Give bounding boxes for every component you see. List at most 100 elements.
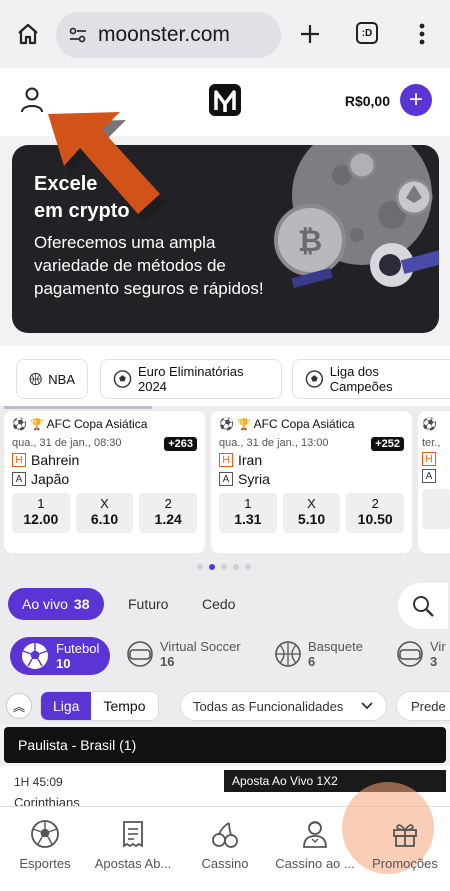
markets-count-badge[interactable]: +263 [164, 437, 197, 451]
home-team-name: Iran [238, 452, 263, 468]
toggle-liga[interactable]: Liga [41, 692, 92, 720]
tab-ao-vivo[interactable]: Ao vivo 38 [8, 588, 104, 620]
league-group-header[interactable]: Paulista - Brasil (1) [4, 727, 446, 763]
tab-switcher-button[interactable]: :D [356, 22, 378, 44]
match-card[interactable]: ⚽ 🏆 AFC Copa Asiática qua., 31 de jan., … [4, 411, 205, 553]
odds-row: 1 12.00 X 6.10 2 1.24 [12, 493, 198, 533]
odd-label: X [307, 496, 316, 511]
dropdown-value: Todas as Funcionalidades [193, 698, 344, 714]
collapse-button[interactable]: ︽ [6, 693, 32, 719]
url-text: moonster.com [98, 23, 230, 46]
odd-button-2[interactable]: 2 1.24 [139, 493, 198, 533]
soccer-ball-icon: ⚽ [219, 417, 234, 431]
odd-label: 2 [371, 496, 379, 511]
home-team: H Bahrein [12, 452, 197, 468]
nav-cassino-ao-vivo[interactable]: Cassino ao ... [270, 818, 360, 871]
search-icon [413, 596, 434, 617]
chip-liga-dos-campeoes[interactable]: Liga dos Campeões [292, 359, 450, 399]
carousel-dot[interactable] [221, 564, 227, 570]
sport-count: 16 [160, 654, 175, 669]
soccer-ball-icon [22, 643, 48, 669]
odd-button-x[interactable]: X 5.10 [282, 493, 341, 533]
odd-value: 1.31 [234, 511, 262, 527]
chip-euro-eliminatorias[interactable]: Euro Eliminatórias 2024 [100, 359, 282, 399]
search-button[interactable] [398, 583, 448, 629]
address-bar[interactable]: moonster.com [56, 12, 281, 58]
match-card[interactable]: ⚽ 🏆 AFC Copa Asiática qua., 31 de jan., … [211, 411, 412, 553]
away-indicator: A [12, 472, 26, 486]
odd-button-1[interactable]: 1 1.31 [219, 493, 277, 533]
carousel-dot[interactable] [245, 564, 251, 570]
home-icon[interactable] [16, 22, 40, 51]
markets-count-badge[interactable]: +252 [371, 437, 404, 451]
nav-label: Apostas Ab... [94, 856, 172, 871]
soccer-ball-icon [305, 370, 324, 388]
carousel-dot[interactable] [197, 564, 203, 570]
sport-count: 6 [308, 654, 316, 669]
away-team: A Syria [219, 471, 404, 487]
nav-label: Cassino ao ... [275, 856, 355, 871]
balance[interactable]: R$0,00 [345, 93, 390, 109]
sport-name: Vir [430, 639, 446, 654]
match-card[interactable]: ⚽ ter., H A [418, 411, 450, 553]
nav-cassino[interactable]: Cassino [180, 818, 270, 871]
sport-name: Virtual Soccer [160, 639, 241, 654]
soccer-ball-icon: ⚽ [422, 417, 437, 431]
svg-text:₿: ₿ [298, 224, 322, 259]
sport-basquete[interactable]: Basquete 6 [274, 639, 363, 669]
league-row: ⚽ 🏆 AFC Copa Asiática [12, 417, 197, 431]
home-team-name: Bahrein [31, 452, 80, 468]
match-clock: 1H 45:09 [14, 775, 63, 789]
odd-label: 1 [244, 496, 252, 511]
odd-label: 2 [164, 496, 172, 511]
nav-apostas-abertas[interactable]: Apostas Ab... [88, 818, 178, 871]
odd-value: 1.24 [154, 511, 182, 527]
trophy-icon: 🏆 [236, 418, 251, 431]
nav-promocoes[interactable]: Promoções [360, 818, 450, 871]
tab-cedo[interactable]: Cedo [202, 596, 235, 612]
moonster-logo[interactable] [208, 82, 242, 123]
nav-label: Promoções [372, 856, 438, 871]
tab-futuro[interactable]: Futuro [128, 596, 168, 612]
league-row: ⚽ [422, 417, 450, 431]
odd-button-x[interactable]: X 6.10 [75, 493, 134, 533]
carousel-dot-active[interactable] [209, 564, 215, 570]
chip-nba[interactable]: NBA [16, 359, 88, 399]
toggle-tempo[interactable]: Tempo [91, 692, 157, 720]
away-team: A [422, 469, 450, 483]
odds-row [422, 489, 450, 529]
carousel-dot[interactable] [233, 564, 239, 570]
odd-label: X [100, 496, 109, 511]
odd-button-1[interactable] [422, 489, 450, 529]
odd-button-1[interactable]: 1 12.00 [12, 493, 70, 533]
chevron-down-icon [361, 702, 373, 710]
features-dropdown[interactable]: Todas as Funcionalidades [180, 691, 387, 721]
away-indicator: A [422, 469, 436, 483]
soccer-ball-icon: ⚽ [12, 417, 27, 431]
gift-icon [393, 824, 417, 847]
sport-count: 10 [56, 656, 71, 671]
new-tab-icon[interactable] [298, 22, 322, 51]
away-indicator: A [219, 472, 233, 486]
sport-virtual-soccer[interactable]: Virtual Soccer 16 [126, 639, 241, 669]
nav-label: Cassino [201, 856, 249, 871]
more-options-icon[interactable] [418, 22, 426, 51]
site-settings-icon[interactable] [68, 25, 88, 45]
home-team: H [422, 452, 450, 466]
sport-virtual[interactable]: Vir 3 [396, 639, 446, 669]
vr-headset-icon [397, 641, 423, 667]
league-name: AFC Copa Asiática [46, 417, 148, 431]
predefined-dropdown[interactable]: Prede [396, 691, 450, 721]
trophy-icon: 🏆 [29, 418, 44, 431]
group-by-toggle[interactable]: Liga Tempo [40, 691, 159, 721]
odd-value: 10.50 [357, 511, 393, 527]
home-team: H Iran [219, 452, 404, 468]
arrow-pointer-annotation [20, 102, 170, 227]
nav-esportes[interactable]: Esportes [0, 818, 90, 871]
cherries-icon [212, 822, 238, 848]
deposit-button[interactable]: + [400, 84, 432, 116]
odd-label: 1 [37, 496, 45, 511]
soccer-ball-icon [113, 370, 132, 388]
odd-button-2[interactable]: 2 10.50 [346, 493, 405, 533]
sport-futebol[interactable]: Futebol 10 [10, 637, 110, 675]
